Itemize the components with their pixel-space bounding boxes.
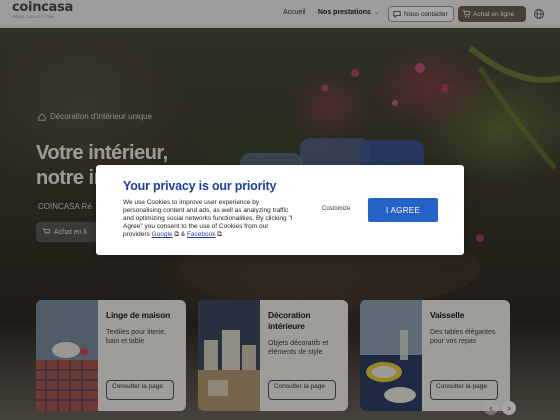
external-link-icon: ⧉ bbox=[215, 231, 222, 238]
cookie-consent-dialog: Your privacy is our priority We use Cook… bbox=[96, 165, 464, 255]
google-privacy-link[interactable]: Google bbox=[152, 231, 173, 238]
customize-button[interactable]: Customize bbox=[322, 206, 350, 212]
cookie-dialog-title: Your privacy is our priority bbox=[123, 179, 277, 193]
cookie-text-and: & bbox=[180, 231, 186, 238]
agree-button[interactable]: I AGREE bbox=[368, 198, 438, 222]
external-link-icon: ⧉ bbox=[172, 231, 181, 238]
cookie-dialog-text: We use Cookies to improve user experienc… bbox=[123, 199, 293, 239]
facebook-privacy-link[interactable]: Facebook bbox=[187, 231, 216, 238]
